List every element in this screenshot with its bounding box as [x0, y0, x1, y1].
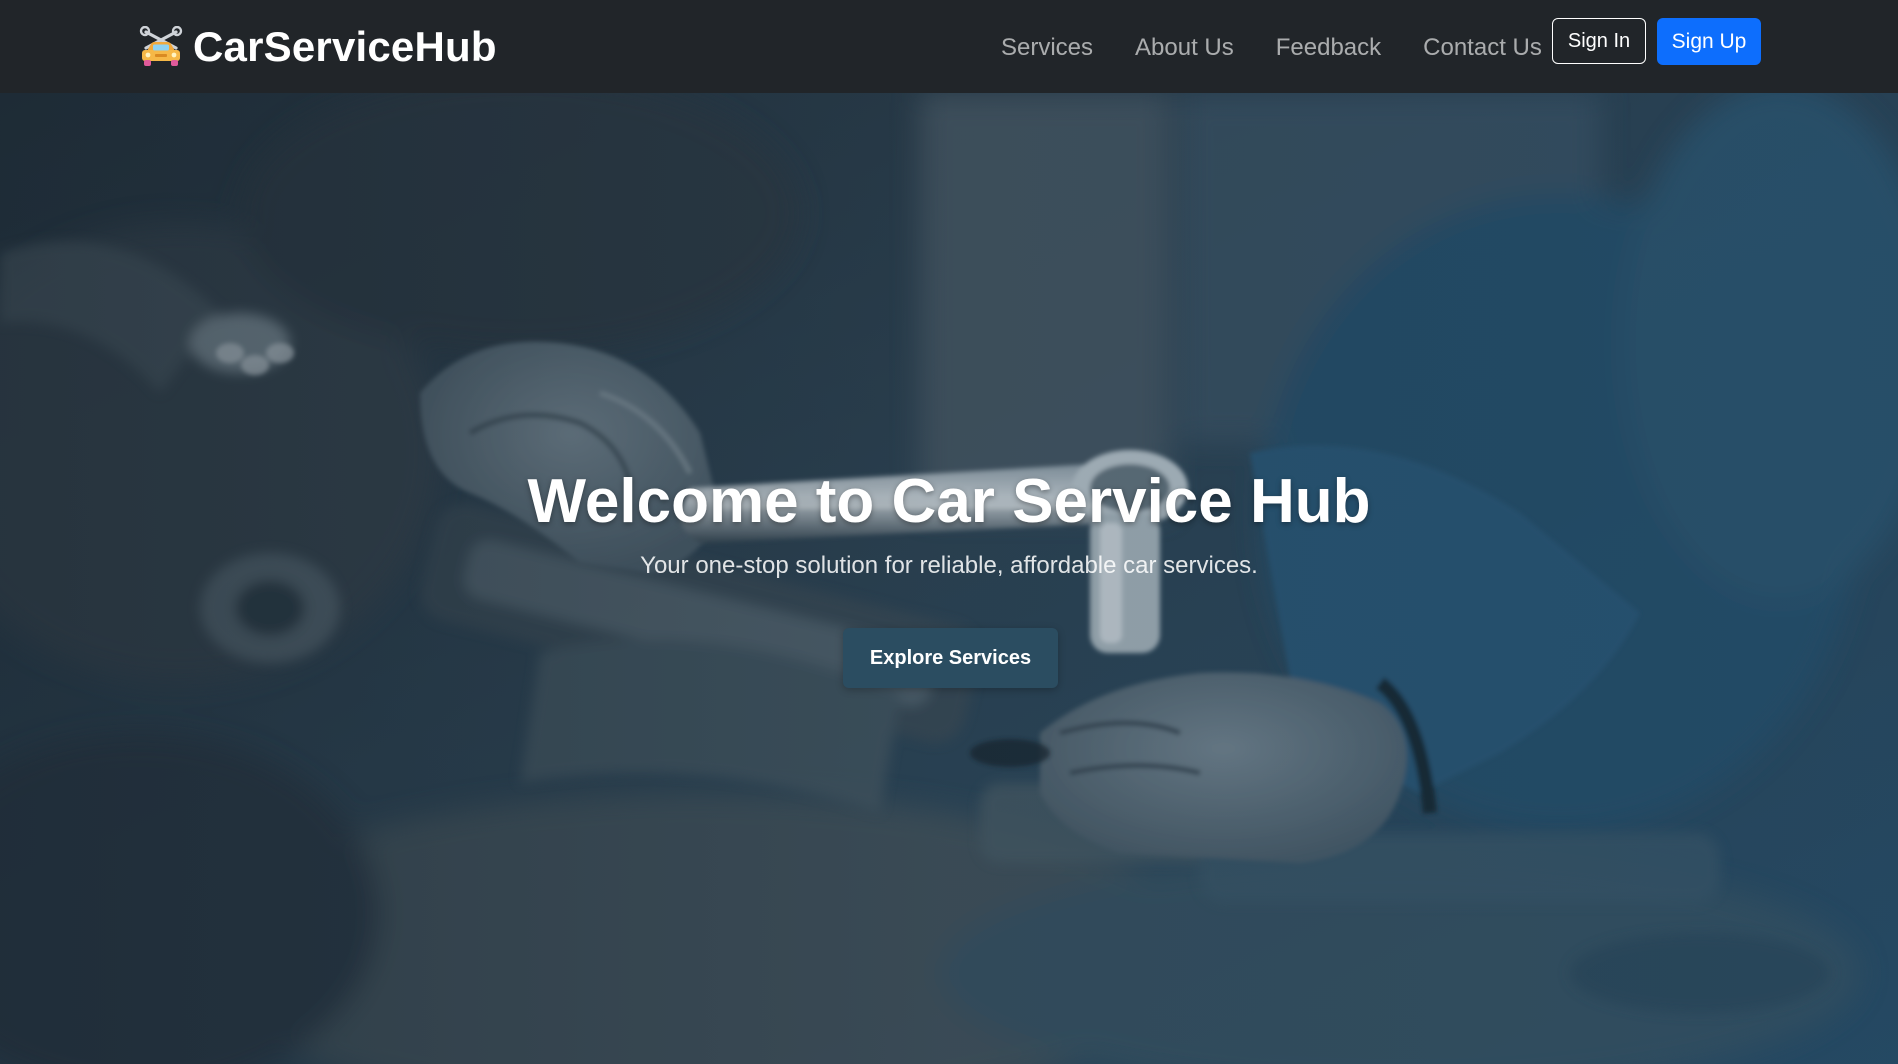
nav-links: Services About Us Feedback Contact Us — [980, 28, 1563, 68]
hero-section: Welcome to Car Service Hub Your one-stop… — [0, 93, 1898, 1064]
brand-name: CarServiceHub — [193, 23, 497, 70]
navbar: CarServiceHub Services About Us Feedback… — [0, 0, 1898, 93]
explore-services-button[interactable]: Explore Services — [843, 628, 1058, 688]
brand-link[interactable]: CarServiceHub — [139, 23, 497, 71]
hero-subtitle: Your one-stop solution for reliable, aff… — [640, 552, 1258, 579]
nav-link-contact-us[interactable]: Contact Us — [1402, 28, 1563, 68]
car-wrench-icon — [139, 26, 183, 66]
hero-title: Welcome to Car Service Hub — [527, 467, 1371, 536]
nav-link-feedback[interactable]: Feedback — [1255, 28, 1402, 68]
sign-in-button[interactable]: Sign In — [1552, 18, 1646, 64]
nav-link-about-us[interactable]: About Us — [1114, 28, 1255, 68]
sign-up-button[interactable]: Sign Up — [1657, 18, 1761, 65]
nav-link-services[interactable]: Services — [980, 28, 1114, 68]
hero-content: Welcome to Car Service Hub Your one-stop… — [0, 93, 1898, 1064]
